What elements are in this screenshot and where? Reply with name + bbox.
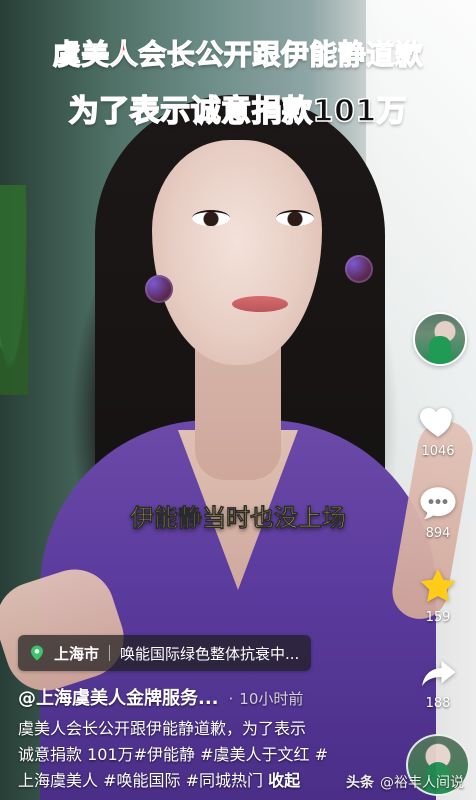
video-description[interactable]: 虞美人会长公开跟伊能静道歉，为了表示 诚意捐款 101万#伊能静 #虞美人于文红… (18, 716, 358, 794)
author-avatar[interactable] (413, 312, 467, 366)
location-pin-icon (31, 645, 43, 661)
video-screen[interactable]: 虞美人会长公开跟伊能静道歉 为了表示诚意捐款101万 伊能静当时也没上场 104… (0, 0, 476, 800)
description-line-2: 诚意捐款 101万#伊能静 #虞美人于文红 # (18, 745, 329, 764)
location-city: 上海市 (54, 644, 100, 663)
share-count: 188 (425, 696, 451, 711)
post-time-text: 10小时前 (239, 690, 304, 708)
description-line-3: 上海虞美人 #唤能国际 #同城热门 收起 (18, 768, 358, 794)
description-line-3-text: 上海虞美人 #唤能国际 #同城热门 (18, 771, 263, 790)
right-eye (276, 210, 314, 226)
star-icon (420, 568, 456, 602)
share-button[interactable]: 188 (400, 652, 476, 712)
author-handle[interactable]: @上海虞美人金牌服务... (18, 684, 219, 710)
author-row: @上海虞美人金牌服务... · 10小时前 (18, 684, 378, 710)
like-count: 1046 (421, 444, 455, 459)
left-eye (192, 210, 230, 226)
right-earring (345, 255, 373, 283)
watermark-account: @裕丰人间说 (380, 775, 464, 791)
heart-icon (420, 408, 452, 437)
right-action-rail: 1046 894 159 188 (400, 312, 476, 800)
watermark: 头条 @裕丰人间说 (346, 772, 464, 792)
post-time: · 10小时前 (229, 688, 304, 709)
location-chip[interactable]: 上海市 唤能国际绿色整体抗衰中... (18, 635, 312, 671)
lips (232, 296, 288, 312)
comment-button[interactable]: 894 (400, 482, 476, 542)
collapse-button[interactable]: 收起 (268, 771, 300, 790)
comment-count: 894 (425, 526, 451, 541)
left-earring (145, 275, 173, 303)
favorite-count: 159 (425, 610, 451, 625)
favorite-button[interactable]: 159 (400, 564, 476, 626)
like-button[interactable]: 1046 (400, 400, 476, 460)
comment-bubble-icon (420, 487, 456, 519)
top-caption-line-1: 虞美人会长公开跟伊能静道歉 (52, 37, 424, 71)
share-arrow-icon (422, 660, 456, 687)
watermark-app: 头条 (346, 775, 374, 791)
description-line-1: 虞美人会长公开跟伊能静道歉，为了表示 (18, 719, 307, 738)
location-divider (109, 645, 111, 661)
top-caption-line-2: 为了表示诚意捐款101万 (68, 93, 408, 130)
location-poi: 唤能国际绿色整体抗衰中... (120, 644, 300, 663)
time-separator: · (228, 690, 234, 708)
